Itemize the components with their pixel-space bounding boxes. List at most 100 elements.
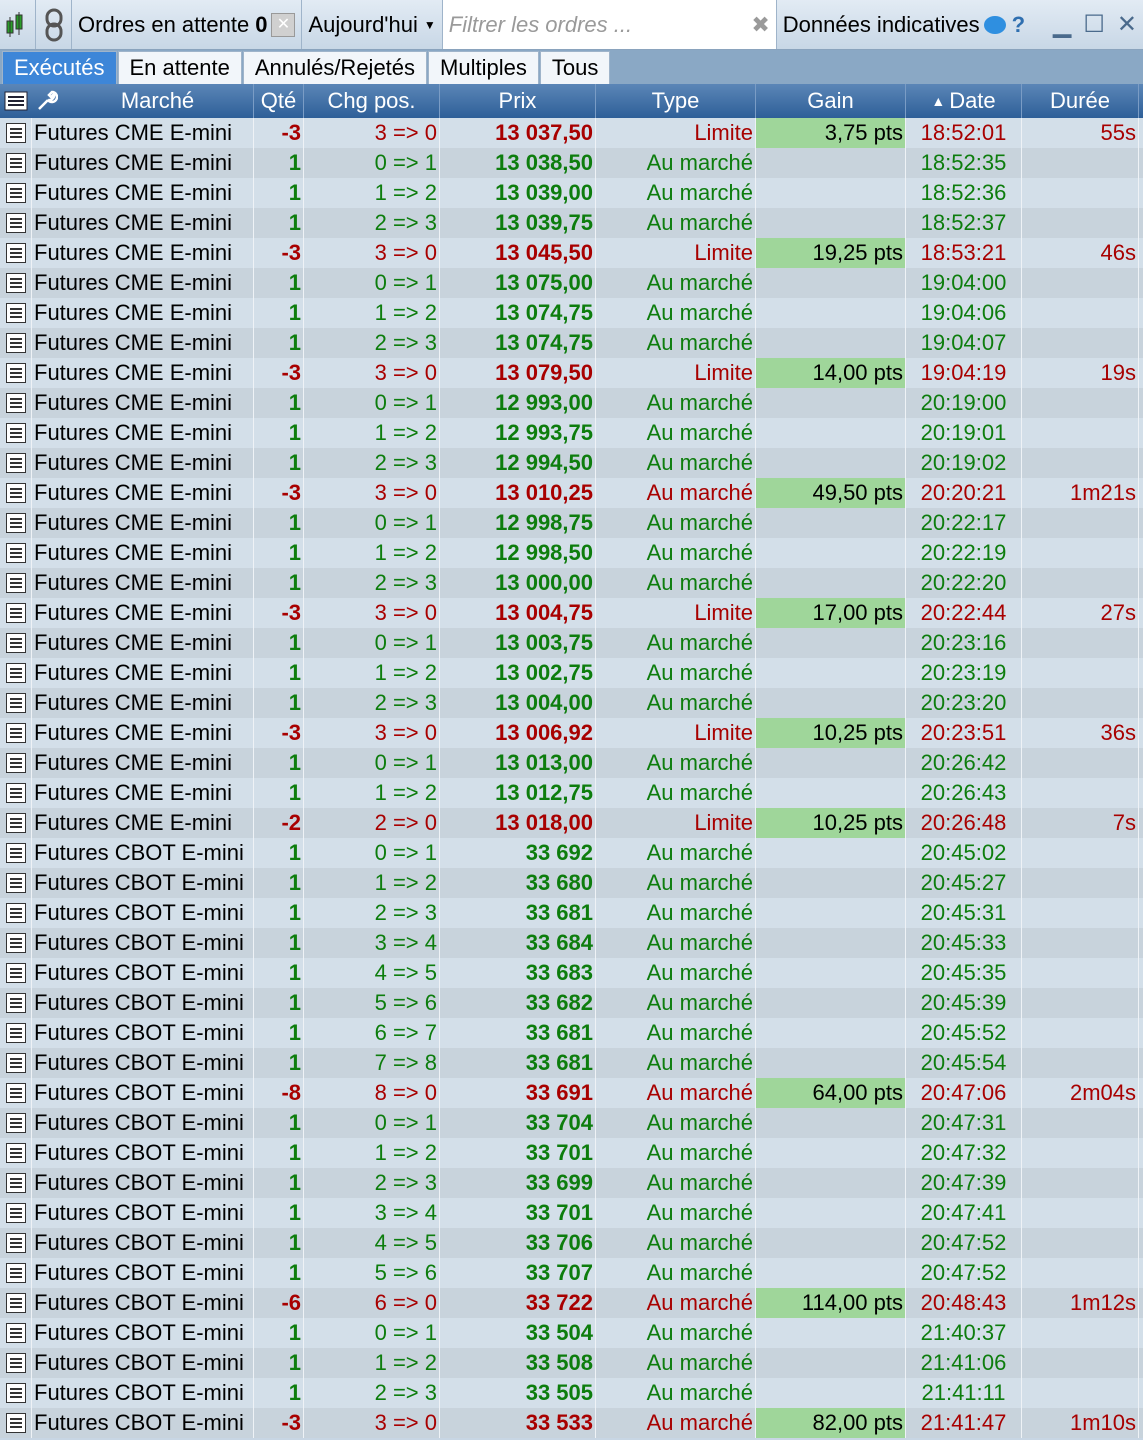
order-details-icon[interactable] bbox=[0, 1348, 32, 1378]
table-row[interactable]: Futures CBOT E-mini 1 1 => 2 33 508 Au march… bbox=[0, 1348, 1143, 1378]
order-details-icon[interactable] bbox=[0, 118, 32, 148]
wrench-icon[interactable] bbox=[32, 84, 62, 118]
tab-cancelled-rejected[interactable]: Annulés/Rejetés bbox=[242, 51, 428, 84]
table-row[interactable]: Futures CME E-mini 1 1 => 2 12 993,75 Au mar… bbox=[0, 418, 1143, 448]
table-row[interactable]: Futures CME E-mini 1 2 => 3 13 039,75 Au mar… bbox=[0, 208, 1143, 238]
tab-all[interactable]: Tous bbox=[539, 51, 611, 84]
order-details-icon[interactable] bbox=[0, 688, 32, 718]
order-details-icon[interactable] bbox=[0, 328, 32, 358]
table-row[interactable]: Futures CBOT E-mini 1 4 => 5 33 706 Au march… bbox=[0, 1228, 1143, 1258]
order-details-icon[interactable] bbox=[0, 1198, 32, 1228]
table-row[interactable]: Futures CME E-mini 1 0 => 1 13 038,50 Au mar… bbox=[0, 148, 1143, 178]
table-row[interactable]: Futures CBOT E-mini 1 1 => 2 33 701 Au march… bbox=[0, 1138, 1143, 1168]
table-row[interactable]: Futures CBOT E-mini 1 5 => 6 33 707 Au march… bbox=[0, 1258, 1143, 1288]
column-type[interactable]: Type bbox=[596, 84, 756, 118]
clear-filter-icon[interactable]: ✖ bbox=[751, 12, 769, 38]
column-duration[interactable]: Durée bbox=[1022, 84, 1139, 118]
order-details-icon[interactable] bbox=[0, 1048, 32, 1078]
table-row[interactable]: Futures CME E-mini -3 3 => 0 13 010,25 Au ma… bbox=[0, 478, 1143, 508]
order-details-icon[interactable] bbox=[0, 1318, 32, 1348]
tab-executed[interactable]: Exécutés bbox=[2, 51, 117, 84]
order-details-icon[interactable] bbox=[0, 808, 32, 838]
table-row[interactable]: Futures CBOT E-mini -6 6 => 0 33 722 Au marc… bbox=[0, 1288, 1143, 1318]
table-row[interactable]: Futures CME E-mini -3 3 => 0 13 037,50 Limit… bbox=[0, 118, 1143, 148]
chat-bubble-icon[interactable] bbox=[983, 15, 1006, 34]
table-row[interactable]: Futures CME E-mini 1 0 => 1 13 075,00 Au mar… bbox=[0, 268, 1143, 298]
table-row[interactable]: Futures CBOT E-mini 1 0 => 1 33 704 Au march… bbox=[0, 1108, 1143, 1138]
table-row[interactable]: Futures CBOT E-mini 1 3 => 4 33 701 Au march… bbox=[0, 1198, 1143, 1228]
table-row[interactable]: Futures CME E-mini 1 2 => 3 13 074,75 Au mar… bbox=[0, 328, 1143, 358]
order-details-icon[interactable] bbox=[0, 1018, 32, 1048]
column-qty[interactable]: Qté bbox=[254, 84, 304, 118]
period-dropdown[interactable]: Aujourd'hui ▼ bbox=[302, 0, 443, 49]
order-details-icon[interactable] bbox=[0, 778, 32, 808]
order-details-icon[interactable] bbox=[0, 598, 32, 628]
table-row[interactable]: Futures CME E-mini 1 0 => 1 12 998,75 Au mar… bbox=[0, 508, 1143, 538]
order-details-icon[interactable] bbox=[0, 178, 32, 208]
table-row[interactable]: Futures CME E-mini 1 1 => 2 13 002,75 Au mar… bbox=[0, 658, 1143, 688]
close-icon[interactable]: ✕ bbox=[1117, 10, 1137, 39]
table-row[interactable]: Futures CME E-mini 1 0 => 1 13 003,75 Au mar… bbox=[0, 628, 1143, 658]
column-position-change[interactable]: Chg pos. bbox=[304, 84, 440, 118]
table-row[interactable]: Futures CME E-mini 1 2 => 3 13 000,00 Au mar… bbox=[0, 568, 1143, 598]
table-row[interactable]: Futures CME E-mini 1 1 => 2 13 012,75 Au mar… bbox=[0, 778, 1143, 808]
order-details-icon[interactable] bbox=[0, 1408, 32, 1438]
order-details-icon[interactable] bbox=[0, 1168, 32, 1198]
tab-pending[interactable]: En attente bbox=[117, 51, 242, 84]
order-details-icon[interactable] bbox=[0, 418, 32, 448]
order-details-icon[interactable] bbox=[0, 658, 32, 688]
link-icon[interactable] bbox=[36, 0, 72, 49]
minimize-icon[interactable]: ▁ bbox=[1053, 10, 1071, 39]
order-details-icon[interactable] bbox=[0, 268, 32, 298]
table-row[interactable]: Futures CBOT E-mini -8 8 => 0 33 691 Au marc… bbox=[0, 1078, 1143, 1108]
column-price[interactable]: Prix bbox=[440, 84, 596, 118]
pending-orders[interactable]: Ordres en attente 0 ✕ bbox=[72, 0, 303, 49]
table-row[interactable]: Futures CBOT E-mini -3 3 => 0 33 533 Au marc… bbox=[0, 1408, 1143, 1438]
table-row[interactable]: Futures CME E-mini 1 0 => 1 12 993,00 Au mar… bbox=[0, 388, 1143, 418]
table-row[interactable]: Futures CBOT E-mini 1 2 => 3 33 681 Au march… bbox=[0, 898, 1143, 928]
table-row[interactable]: Futures CME E-mini -3 3 => 0 13 006,92 Limit… bbox=[0, 718, 1143, 748]
order-details-icon[interactable] bbox=[0, 478, 32, 508]
table-row[interactable]: Futures CBOT E-mini 1 2 => 3 33 699 Au march… bbox=[0, 1168, 1143, 1198]
filter-input[interactable]: Filtrer les ordres ... ✖ bbox=[442, 0, 777, 49]
order-details-icon[interactable] bbox=[0, 868, 32, 898]
order-details-icon[interactable] bbox=[0, 208, 32, 238]
table-row[interactable]: Futures CBOT E-mini 1 0 => 1 33 692 Au march… bbox=[0, 838, 1143, 868]
table-row[interactable]: Futures CME E-mini 1 1 => 2 12 998,50 Au mar… bbox=[0, 538, 1143, 568]
order-details-icon[interactable] bbox=[0, 358, 32, 388]
table-row[interactable]: Futures CBOT E-mini 1 7 => 8 33 681 Au march… bbox=[0, 1048, 1143, 1078]
order-details-icon[interactable] bbox=[0, 1108, 32, 1138]
order-details-icon[interactable] bbox=[0, 718, 32, 748]
order-details-icon[interactable] bbox=[0, 748, 32, 778]
order-details-icon[interactable] bbox=[0, 538, 32, 568]
chart-icon[interactable] bbox=[0, 0, 36, 49]
order-details-icon[interactable] bbox=[0, 928, 32, 958]
order-details-icon[interactable] bbox=[0, 1228, 32, 1258]
order-details-icon[interactable] bbox=[0, 448, 32, 478]
table-row[interactable]: Futures CBOT E-mini 1 2 => 3 33 505 Au march… bbox=[0, 1378, 1143, 1408]
table-row[interactable]: Futures CBOT E-mini 1 6 => 7 33 681 Au march… bbox=[0, 1018, 1143, 1048]
order-details-icon[interactable] bbox=[0, 298, 32, 328]
order-details-icon[interactable] bbox=[0, 1138, 32, 1168]
columns-icon[interactable] bbox=[0, 84, 32, 118]
table-row[interactable]: Futures CBOT E-mini 1 0 => 1 33 504 Au march… bbox=[0, 1318, 1143, 1348]
order-details-icon[interactable] bbox=[0, 388, 32, 418]
order-details-icon[interactable] bbox=[0, 838, 32, 868]
column-market[interactable]: Marché bbox=[62, 84, 254, 118]
order-details-icon[interactable] bbox=[0, 148, 32, 178]
order-details-icon[interactable] bbox=[0, 958, 32, 988]
order-details-icon[interactable] bbox=[0, 1258, 32, 1288]
column-date[interactable]: ▲ Date bbox=[906, 84, 1022, 118]
table-row[interactable]: Futures CME E-mini 1 2 => 3 13 004,00 Au mar… bbox=[0, 688, 1143, 718]
order-details-icon[interactable] bbox=[0, 1378, 32, 1408]
table-row[interactable]: Futures CME E-mini 1 2 => 3 12 994,50 Au mar… bbox=[0, 448, 1143, 478]
table-row[interactable]: Futures CBOT E-mini 1 3 => 4 33 684 Au march… bbox=[0, 928, 1143, 958]
table-row[interactable]: Futures CME E-mini 1 1 => 2 13 074,75 Au mar… bbox=[0, 298, 1143, 328]
table-row[interactable]: Futures CBOT E-mini 1 1 => 2 33 680 Au march… bbox=[0, 868, 1143, 898]
table-row[interactable]: Futures CBOT E-mini 1 5 => 6 33 682 Au march… bbox=[0, 988, 1143, 1018]
table-row[interactable]: Futures CME E-mini -3 3 => 0 13 045,50 Limit… bbox=[0, 238, 1143, 268]
order-details-icon[interactable] bbox=[0, 568, 32, 598]
order-details-icon[interactable] bbox=[0, 898, 32, 928]
table-row[interactable]: Futures CME E-mini 1 1 => 2 13 039,00 Au mar… bbox=[0, 178, 1143, 208]
order-details-icon[interactable] bbox=[0, 988, 32, 1018]
